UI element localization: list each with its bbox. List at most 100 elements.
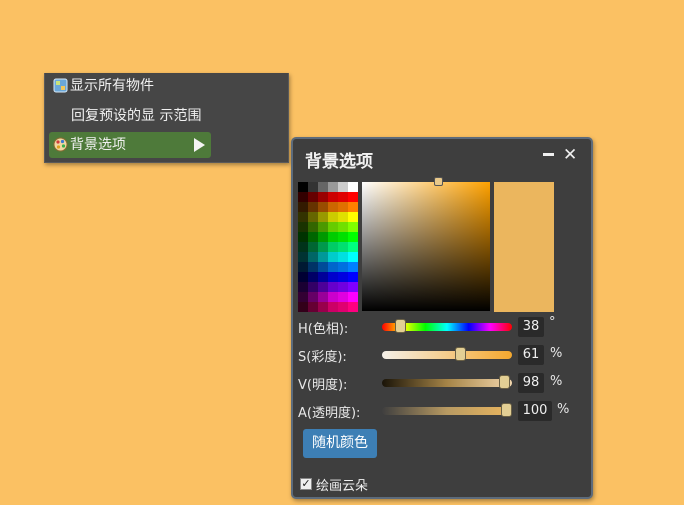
palette-color-cell[interactable] bbox=[308, 242, 318, 252]
palette-color-cell[interactable] bbox=[308, 252, 318, 262]
palette-color-cell[interactable] bbox=[348, 282, 358, 292]
palette-color-cell[interactable] bbox=[298, 262, 308, 272]
palette-color-cell[interactable] bbox=[328, 192, 338, 202]
alpha-value-field[interactable]: 100 bbox=[518, 401, 552, 421]
palette-color-cell[interactable] bbox=[338, 302, 348, 312]
palette-color-cell[interactable] bbox=[318, 272, 328, 282]
palette-color-cell[interactable] bbox=[328, 232, 338, 242]
palette-color-cell[interactable] bbox=[308, 182, 318, 192]
palette-color-cell[interactable] bbox=[328, 292, 338, 302]
palette-color-cell[interactable] bbox=[318, 242, 328, 252]
palette-color-cell[interactable] bbox=[318, 222, 328, 232]
palette-color-cell[interactable] bbox=[328, 182, 338, 192]
brightness-slider[interactable] bbox=[382, 375, 512, 389]
palette-color-cell[interactable] bbox=[328, 202, 338, 212]
palette-color-cell[interactable] bbox=[328, 222, 338, 232]
palette-color-cell[interactable] bbox=[338, 252, 348, 262]
palette-color-cell[interactable] bbox=[328, 212, 338, 222]
palette-color-cell[interactable] bbox=[318, 202, 328, 212]
brightness-value-field[interactable]: 98 bbox=[518, 373, 544, 393]
saturation-value-field[interactable]: 61 bbox=[518, 345, 544, 365]
palette-color-cell[interactable] bbox=[308, 282, 318, 292]
minimize-icon[interactable] bbox=[543, 153, 554, 156]
menu-item-background-options[interactable]: 背景选项 bbox=[49, 132, 211, 158]
palette-color-cell[interactable] bbox=[338, 212, 348, 222]
alpha-slider-thumb[interactable] bbox=[501, 403, 512, 417]
palette-color-cell[interactable] bbox=[318, 252, 328, 262]
palette-color-cell[interactable] bbox=[308, 302, 318, 312]
palette-color-cell[interactable] bbox=[348, 192, 358, 202]
saturation-value-picker[interactable] bbox=[362, 177, 490, 311]
palette-color-cell[interactable] bbox=[318, 262, 328, 272]
palette-color-cell[interactable] bbox=[298, 222, 308, 232]
palette-color-cell[interactable] bbox=[298, 242, 308, 252]
palette-color-cell[interactable] bbox=[348, 182, 358, 192]
palette-color-cell[interactable] bbox=[298, 182, 308, 192]
palette-color-cell[interactable] bbox=[328, 242, 338, 252]
palette-color-cell[interactable] bbox=[348, 252, 358, 262]
palette-color-cell[interactable] bbox=[308, 262, 318, 272]
palette-color-cell[interactable] bbox=[328, 302, 338, 312]
palette-color-cell[interactable] bbox=[328, 262, 338, 272]
palette-color-cell[interactable] bbox=[298, 232, 308, 242]
alpha-slider[interactable] bbox=[382, 403, 512, 417]
palette-color-cell[interactable] bbox=[318, 292, 328, 302]
close-icon[interactable]: ✕ bbox=[563, 147, 577, 164]
hue-slider[interactable] bbox=[382, 319, 512, 333]
palette-color-cell[interactable] bbox=[298, 212, 308, 222]
palette-color-cell[interactable] bbox=[348, 272, 358, 282]
palette-color-cell[interactable] bbox=[338, 272, 348, 282]
palette-color-cell[interactable] bbox=[338, 202, 348, 212]
palette-color-cell[interactable] bbox=[298, 272, 308, 282]
menu-item-show-all-objects[interactable]: 显示所有物件 bbox=[49, 73, 211, 99]
palette-color-cell[interactable] bbox=[338, 282, 348, 292]
draw-clouds-checkbox[interactable]: ✓ bbox=[300, 478, 312, 490]
palette-color-cell[interactable] bbox=[318, 302, 328, 312]
palette-color-cell[interactable] bbox=[328, 272, 338, 282]
palette-color-cell[interactable] bbox=[298, 282, 308, 292]
palette-color-cell[interactable] bbox=[348, 242, 358, 252]
saturation-slider-thumb[interactable] bbox=[455, 347, 466, 361]
palette-color-cell[interactable] bbox=[308, 222, 318, 232]
palette-color-cell[interactable] bbox=[308, 292, 318, 302]
palette-color-cell[interactable] bbox=[308, 202, 318, 212]
palette-color-cell[interactable] bbox=[318, 232, 328, 242]
color-palette-grid[interactable] bbox=[298, 182, 358, 312]
palette-color-cell[interactable] bbox=[318, 282, 328, 292]
palette-color-cell[interactable] bbox=[318, 192, 328, 202]
palette-color-cell[interactable] bbox=[348, 292, 358, 302]
palette-color-cell[interactable] bbox=[348, 302, 358, 312]
palette-color-cell[interactable] bbox=[338, 222, 348, 232]
palette-color-cell[interactable] bbox=[298, 192, 308, 202]
palette-color-cell[interactable] bbox=[328, 282, 338, 292]
palette-color-cell[interactable] bbox=[348, 202, 358, 212]
palette-color-cell[interactable] bbox=[318, 212, 328, 222]
palette-color-cell[interactable] bbox=[308, 232, 318, 242]
brightness-slider-thumb[interactable] bbox=[499, 375, 510, 389]
palette-color-cell[interactable] bbox=[338, 262, 348, 272]
hue-value-field[interactable]: 38 bbox=[518, 317, 544, 337]
palette-color-cell[interactable] bbox=[348, 212, 358, 222]
palette-color-cell[interactable] bbox=[338, 242, 348, 252]
palette-color-cell[interactable] bbox=[308, 212, 318, 222]
saturation-slider[interactable] bbox=[382, 347, 512, 361]
palette-color-cell[interactable] bbox=[338, 192, 348, 202]
random-color-button[interactable]: 随机颜色 bbox=[303, 429, 377, 458]
palette-color-cell[interactable] bbox=[298, 302, 308, 312]
palette-color-cell[interactable] bbox=[328, 252, 338, 262]
palette-color-cell[interactable] bbox=[298, 252, 308, 262]
palette-color-cell[interactable] bbox=[348, 262, 358, 272]
hue-slider-thumb[interactable] bbox=[395, 319, 406, 333]
palette-color-cell[interactable] bbox=[348, 222, 358, 232]
palette-color-cell[interactable] bbox=[298, 292, 308, 302]
palette-color-cell[interactable] bbox=[338, 232, 348, 242]
menu-item-reset-view[interactable]: 回复预设的显 示范围 bbox=[49, 103, 211, 129]
palette-color-cell[interactable] bbox=[298, 202, 308, 212]
palette-color-cell[interactable] bbox=[338, 182, 348, 192]
palette-color-cell[interactable] bbox=[318, 182, 328, 192]
palette-color-cell[interactable] bbox=[308, 192, 318, 202]
sv-picker-handle[interactable] bbox=[434, 177, 443, 186]
palette-color-cell[interactable] bbox=[348, 232, 358, 242]
palette-color-cell[interactable] bbox=[338, 292, 348, 302]
palette-color-cell[interactable] bbox=[308, 272, 318, 282]
